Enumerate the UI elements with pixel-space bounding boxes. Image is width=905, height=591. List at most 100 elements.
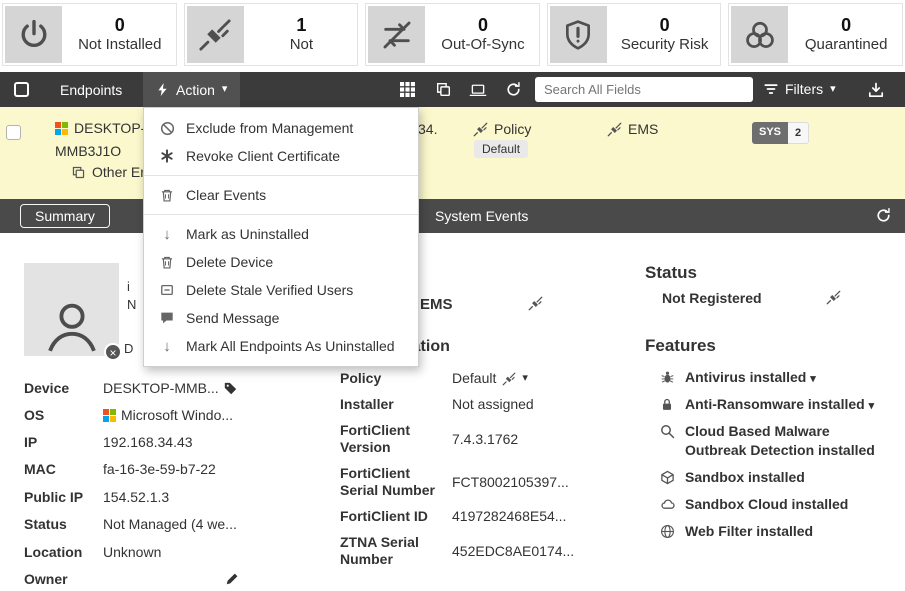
menu-item-exclude[interactable]: Exclude from Management (144, 114, 418, 142)
configuration-fields: Policy Default ▾ Installer Not assigned … (340, 370, 598, 577)
field-os: OS Microsoft Windo... (24, 407, 314, 423)
tile-count: 0 (64, 14, 176, 37)
endpoint-row[interactable]: DESKTOP- MMB3J1O Other Endpoints 34. Pol… (0, 107, 905, 199)
field-forticlient-id: FortiClient ID 4197282468E54... (340, 508, 598, 525)
field-ip: IP 192.168.34.43 (24, 434, 314, 450)
status-header: Status (645, 263, 697, 283)
tile-out-of-sync[interactable]: 0 Out-Of-Sync (365, 3, 540, 66)
certificate-icon (159, 148, 175, 164)
field-status: Status Not Managed (4 we... (24, 516, 314, 532)
bolt-icon (156, 82, 169, 97)
refresh-icon[interactable] (876, 208, 891, 223)
ems-connection-label: EMS (420, 296, 453, 313)
tab-system-events[interactable]: System Events (435, 208, 528, 224)
tile-label: Out-Of-Sync (427, 36, 539, 55)
field-value: 192.168.34.43 (103, 434, 193, 450)
field-location: Location Unknown (24, 544, 314, 560)
field-value: 154.52.1.3 (103, 489, 169, 505)
search-input[interactable] (535, 77, 753, 102)
field-value: 7.4.3.1762 (452, 431, 518, 448)
disconnect-icon (473, 122, 488, 137)
trash-icon (159, 187, 175, 203)
down-arrow-icon: ↓ (159, 226, 175, 242)
filters-button[interactable]: Filters ▾ (764, 81, 836, 97)
menu-divider (144, 175, 418, 176)
menu-item-clear-events[interactable]: Clear Events (144, 181, 418, 209)
tile-count: 1 (246, 14, 358, 37)
field-label: Location (24, 544, 103, 560)
tile-not-registered[interactable]: 1 Not (184, 3, 359, 66)
registration-status: Not Registered (662, 290, 762, 306)
field-value: DESKTOP-MMB... (103, 380, 219, 396)
chevron-down-icon[interactable]: ▾ (810, 373, 816, 385)
row-checkbox[interactable] (6, 125, 21, 140)
tile-count: 0 (790, 14, 902, 37)
chevron-down-icon: ▾ (222, 84, 228, 95)
menu-item-mark-all-uninstalled[interactable]: ↓ Mark All Endpoints As Uninstalled (144, 332, 418, 360)
field-label: FortiClient ID (340, 508, 452, 525)
cloud-icon (660, 497, 676, 513)
field-value: 4197282468E54... (452, 508, 566, 525)
slash-circle-icon (159, 120, 175, 136)
windows-logo-icon (103, 409, 116, 422)
field-public-ip: Public IP 154.52.1.3 (24, 489, 314, 505)
tile-not-installed[interactable]: 0 Not Installed (2, 3, 177, 66)
field-label: FortiClient Version (340, 422, 452, 456)
menu-item-delete-stale-users[interactable]: Delete Stale Verified Users (144, 276, 418, 304)
deregistered-badge-icon[interactable]: × (104, 343, 122, 361)
clone-view-icon[interactable] (436, 82, 451, 97)
endpoint-name-line1: DESKTOP- (74, 120, 145, 136)
feature-label: Cloud Based Malware Outbreak Detection i… (685, 422, 885, 460)
menu-item-label: Clear Events (186, 187, 266, 203)
action-dropdown-menu: Exclude from Management Revoke Client Ce… (143, 107, 419, 367)
endpoints-label: Endpoints (60, 82, 122, 98)
disconnect-icon (528, 296, 543, 311)
policy-column-label: Policy (494, 121, 531, 137)
disconnect-icon (607, 122, 622, 137)
menu-item-send-message[interactable]: Send Message (144, 304, 418, 332)
disconnect-icon (826, 290, 841, 305)
device-view-icon[interactable] (469, 84, 487, 97)
tile-security-risk[interactable]: 0 Security Risk (547, 3, 722, 66)
tag-icon[interactable] (224, 382, 237, 395)
field-value: 452EDC8AE0174... (452, 543, 574, 560)
chevron-down-icon[interactable]: ▾ (522, 373, 528, 384)
filter-icon (764, 82, 778, 96)
menu-item-mark-uninstalled[interactable]: ↓ Mark as Uninstalled (144, 220, 418, 248)
chevron-down-icon[interactable]: ▾ (869, 400, 875, 412)
obscured-text-line: i (127, 279, 130, 294)
feature-label: Antivirus installed (685, 369, 806, 385)
field-value: FCT8002105397... (452, 474, 569, 491)
field-value: fa-16-3e-59-b7-22 (103, 461, 216, 477)
field-label: Owner (24, 571, 103, 587)
obscured-text-line: D (124, 341, 133, 356)
feature-anti-ransomware[interactable]: Anti-Ransomware installed ▾ (660, 395, 898, 414)
menu-item-delete-device[interactable]: Delete Device (144, 248, 418, 276)
download-icon[interactable] (868, 82, 884, 98)
windows-logo-icon (55, 122, 68, 135)
tile-quarantined[interactable]: 0 Quarantined (728, 3, 903, 66)
feature-cloud-malware: Cloud Based Malware Outbreak Detection i… (660, 422, 898, 460)
obscured-text-line: N (127, 297, 136, 312)
action-button[interactable]: Action ▾ (143, 72, 240, 107)
sys-badge-count: 2 (788, 122, 809, 144)
system-events-badge[interactable]: SYS 2 (752, 122, 809, 144)
edit-pencil-icon[interactable] (225, 572, 239, 586)
down-arrow-icon: ↓ (159, 338, 175, 354)
menu-item-label: Delete Stale Verified Users (186, 282, 353, 298)
field-policy: Policy Default ▾ (340, 370, 598, 387)
field-label: IP (24, 434, 103, 450)
globe-icon (660, 524, 676, 540)
table-view-icon[interactable] (400, 82, 415, 97)
select-all-checkbox[interactable] (14, 82, 29, 97)
refresh-icon[interactable] (506, 82, 521, 97)
field-device: Device DESKTOP-MMB... (24, 380, 314, 396)
menu-item-revoke-cert[interactable]: Revoke Client Certificate (144, 142, 418, 170)
endpoint-status-tiles: 0 Not Installed 1 Not 0 Out-Of-Sync 0 Se… (0, 0, 905, 69)
feature-antivirus[interactable]: Antivirus installed ▾ (660, 368, 898, 387)
detail-tabbar: Summary System Events (0, 199, 905, 233)
field-label: MAC (24, 461, 103, 477)
menu-item-label: Delete Device (186, 254, 273, 270)
bug-icon (660, 370, 676, 386)
tab-summary[interactable]: Summary (20, 204, 110, 228)
